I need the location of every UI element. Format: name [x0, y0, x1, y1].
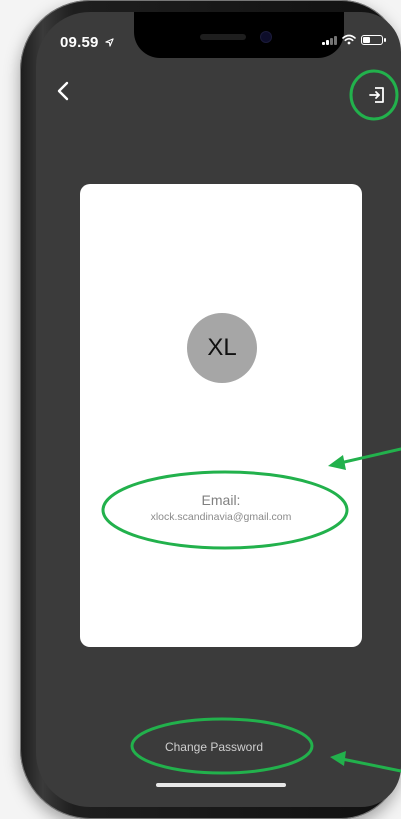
back-button[interactable] [50, 78, 76, 104]
status-icons [322, 34, 386, 45]
status-time: 09.59 [60, 34, 114, 51]
speaker-grille [200, 34, 246, 40]
home-indicator [156, 783, 286, 787]
logout-button[interactable] [366, 84, 388, 106]
cellular-signal-icon [322, 35, 337, 45]
wifi-icon [342, 34, 356, 45]
profile-card: XL Email: xlock.scandinavia@gmail.com [80, 184, 362, 647]
email-label: Email: [201, 492, 241, 508]
change-password-button[interactable]: Change Password [134, 740, 294, 754]
front-camera [261, 32, 271, 42]
chevron-left-icon [57, 81, 69, 101]
avatar-initials: XL [207, 334, 237, 361]
status-time-text: 09.59 [60, 34, 99, 51]
email-value: xlock.scandinavia@gmail.com [150, 511, 292, 523]
page: 09.59 XL Email: xlock.scandinavia@gmail.… [0, 0, 401, 819]
battery-icon [361, 34, 386, 45]
app-screen: 09.59 XL Email: xlock.scandinavia@gmail.… [36, 12, 401, 807]
location-arrow-icon [105, 38, 114, 47]
logout-icon [369, 87, 384, 103]
notch [134, 12, 344, 58]
avatar: XL [187, 313, 257, 383]
